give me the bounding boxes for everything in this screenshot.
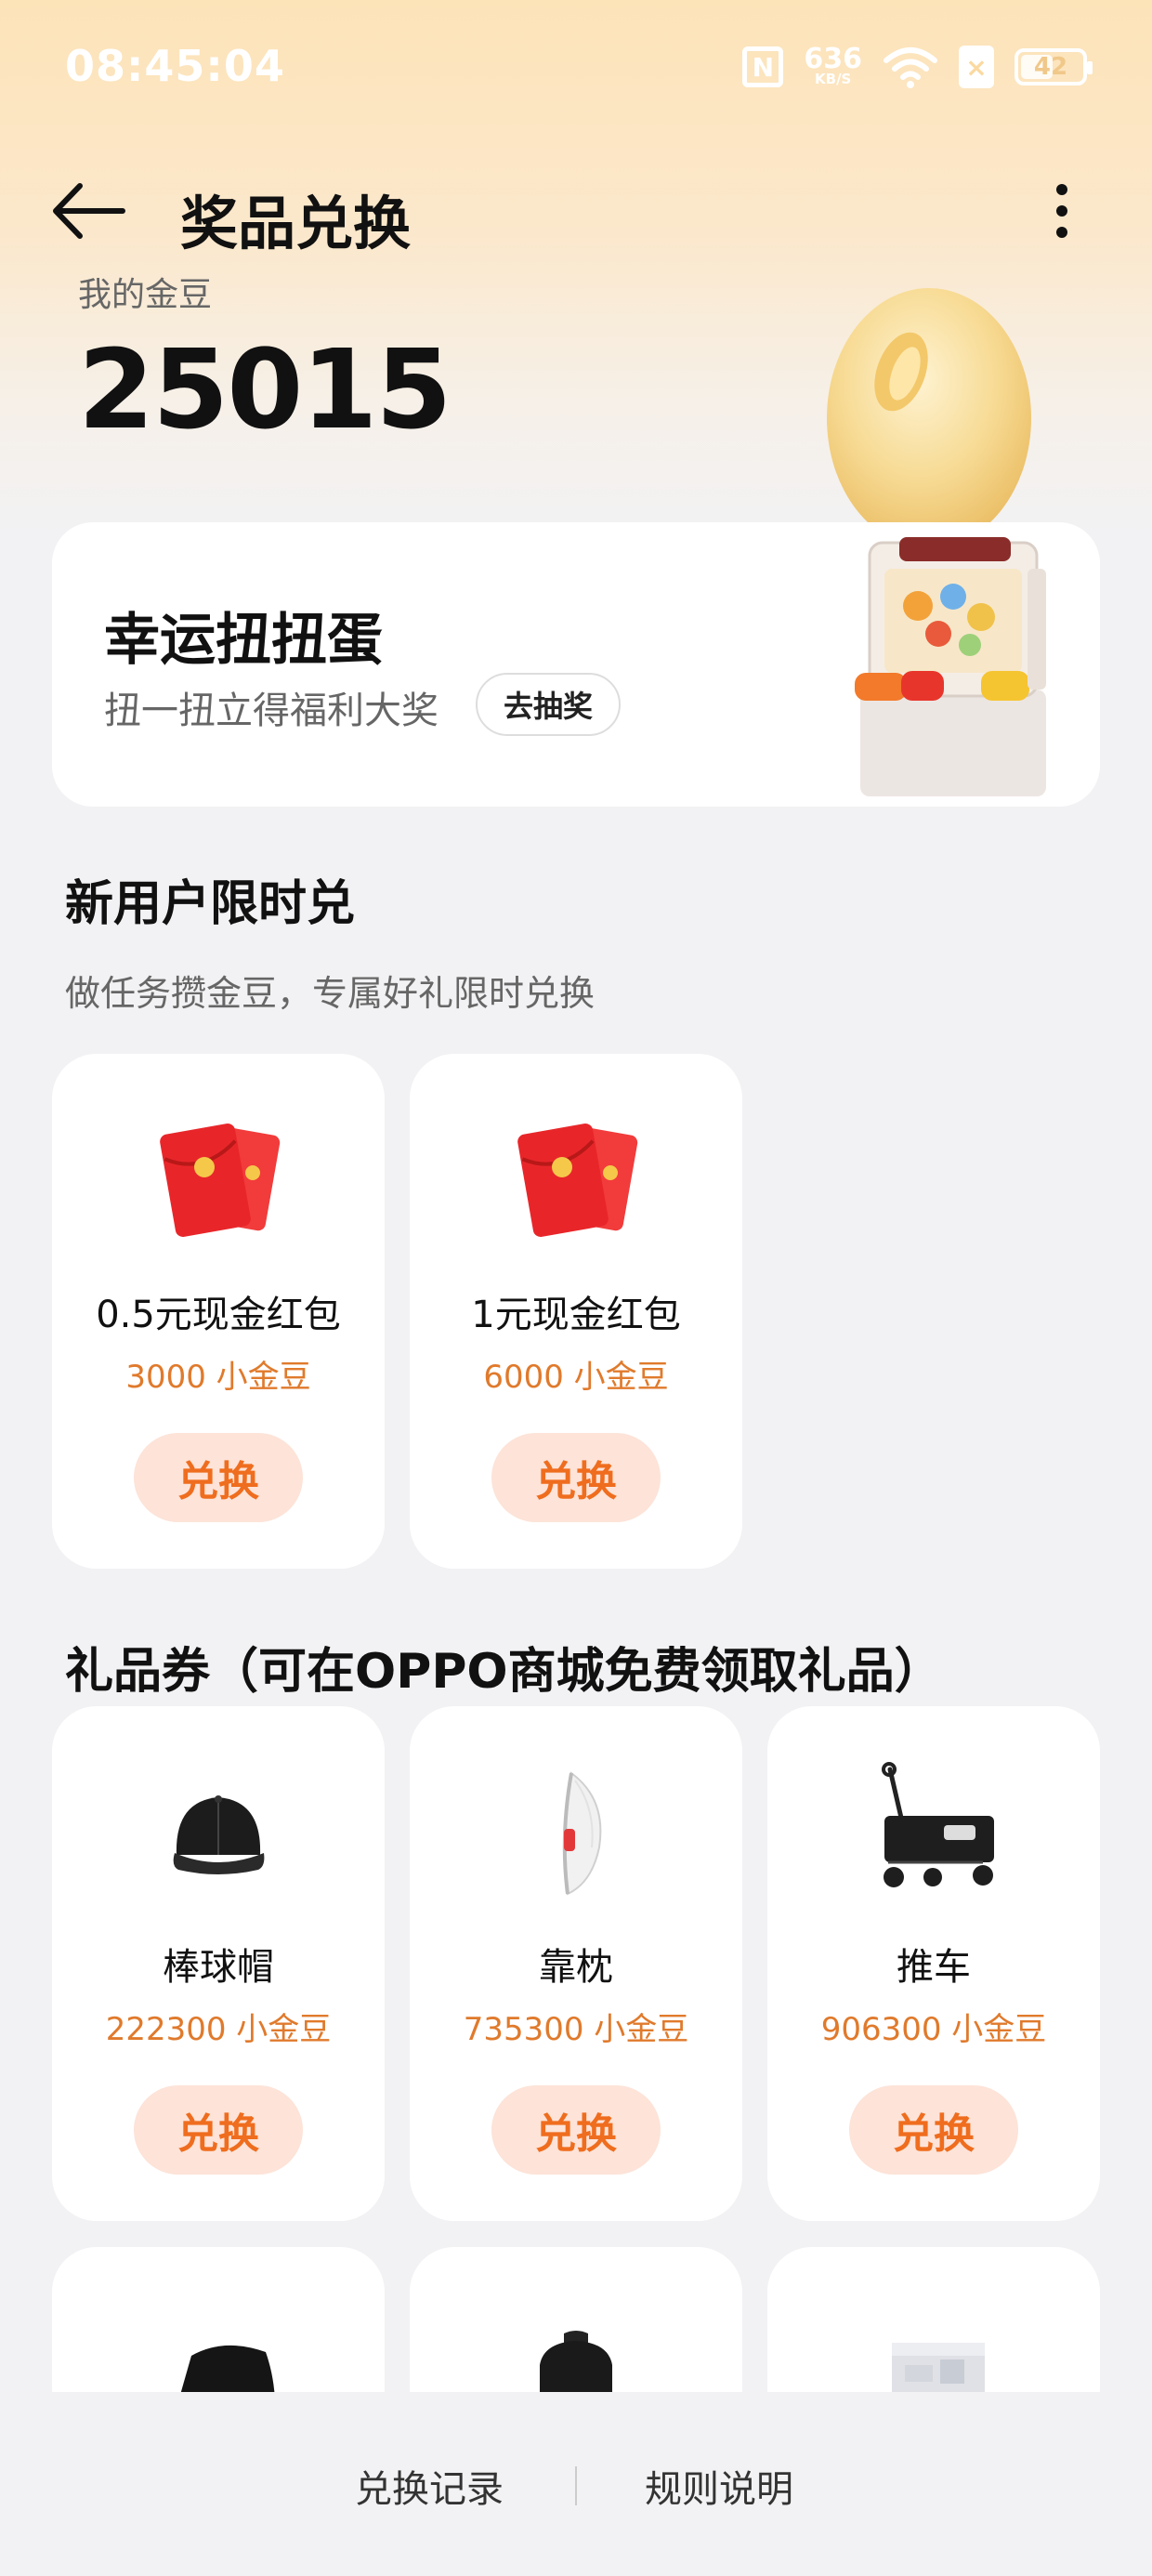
go-draw-button[interactable]: 去抽奖 <box>476 673 621 736</box>
more-dot-icon <box>1056 205 1067 217</box>
redeem-history-link[interactable]: 兑换记录 <box>355 2459 504 2513</box>
new-user-section-subtitle: 做任务攒金豆，专属好礼限时兑换 <box>65 973 596 1014</box>
redeem-button[interactable]: 兑换 <box>491 2085 661 2175</box>
redeem-button[interactable]: 兑换 <box>134 1433 303 1522</box>
golden-bean-icon <box>827 288 1031 548</box>
arrow-left-icon <box>53 183 125 239</box>
lucky-gacha-card[interactable]: 幸运扭扭蛋 扭一扭立得福利大奖 去抽奖 <box>52 522 1100 807</box>
wagon-cart-icon <box>882 1762 994 1887</box>
bottom-action-bar: 兑换记录 规则说明 <box>0 2392 1152 2576</box>
reward-card[interactable]: 0.5元现金红包 3000 小金豆 兑换 <box>52 1054 385 1569</box>
gift-name: 靠枕 <box>539 1946 613 1989</box>
rules-link[interactable]: 规则说明 <box>645 2459 793 2513</box>
gift-price: 735300 小金豆 <box>463 2011 689 2048</box>
reward-price: 3000 小金豆 <box>125 1359 311 1396</box>
top-nav: 奖品兑换 <box>0 158 1152 260</box>
baseball-cap-icon <box>173 1795 265 1874</box>
gift-card[interactable]: 棒球帽 222300 小金豆 兑换 <box>52 1706 385 2221</box>
lucky-gacha-subtitle: 扭一扭立得福利大奖 <box>104 690 439 732</box>
more-dot-icon <box>1056 227 1067 238</box>
redeem-button[interactable]: 兑换 <box>134 2085 303 2175</box>
status-icons: N 636 KB/S × 42 <box>742 41 1093 93</box>
more-dot-icon <box>1056 184 1067 195</box>
bean-balance-label: 我的金豆 <box>78 276 213 314</box>
lucky-gacha-title: 幸运扭扭蛋 <box>104 608 383 673</box>
pillow-icon <box>562 1771 602 1896</box>
reward-price: 6000 小金豆 <box>483 1359 669 1396</box>
status-time: 08:45:04 <box>65 41 285 91</box>
gift-coupon-section-title: 礼品券（可在OPPO商城免费领取礼品） <box>65 1644 943 1700</box>
bean-balance-value: 25015 <box>78 325 452 453</box>
wifi-icon <box>884 47 937 88</box>
redeem-button[interactable]: 兑换 <box>491 1433 661 1522</box>
gift-price: 222300 小金豆 <box>105 2011 332 2048</box>
gift-card[interactable]: 推车 906300 小金豆 兑换 <box>767 1706 1100 2221</box>
back-button[interactable] <box>48 178 128 243</box>
red-envelope-icon <box>160 1123 281 1238</box>
gift-name: 推车 <box>897 1946 971 1989</box>
battery-level: 42 <box>1033 53 1068 81</box>
page-title: 奖品兑换 <box>180 190 412 257</box>
redeem-button[interactable]: 兑换 <box>849 2085 1018 2175</box>
status-bar: 08:45:04 N 636 KB/S × 42 <box>0 0 1152 139</box>
nfc-icon: N <box>742 46 784 87</box>
bottom-divider <box>575 2466 577 2505</box>
reward-name: 1元现金红包 <box>471 1294 681 1336</box>
reward-card[interactable]: 1元现金红包 6000 小金豆 兑换 <box>410 1054 742 1569</box>
reward-name: 0.5元现金红包 <box>96 1294 341 1336</box>
gift-card[interactable]: 靠枕 735300 小金豆 兑换 <box>410 1706 742 2221</box>
network-speed: 636 KB/S <box>804 46 862 87</box>
more-menu-button[interactable] <box>1046 180 1078 242</box>
new-user-section-title: 新用户限时兑 <box>65 876 356 932</box>
gacha-machine-icon <box>855 537 1046 796</box>
red-envelope-icon <box>517 1123 638 1238</box>
sim-blocked-icon: × <box>959 46 994 88</box>
gift-price: 906300 小金豆 <box>820 2011 1047 2048</box>
gift-name: 棒球帽 <box>163 1946 274 1989</box>
battery-icon: 42 <box>1015 48 1093 85</box>
